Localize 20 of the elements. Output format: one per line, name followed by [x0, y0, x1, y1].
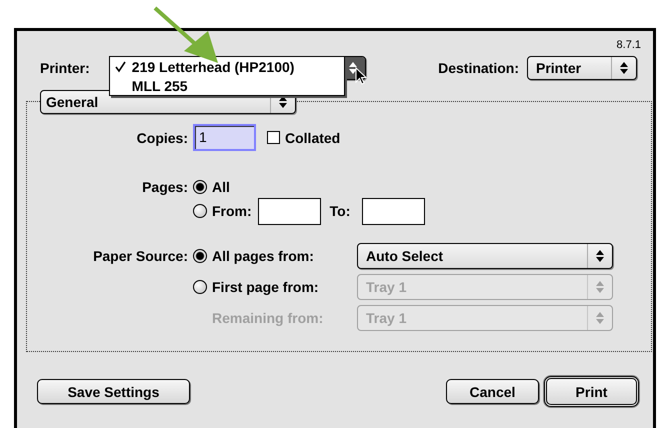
paper-source-label: Paper Source:	[92, 248, 188, 264]
radio-label: All	[212, 179, 230, 195]
dialog-button[interactable]: Print	[544, 376, 639, 407]
destination-label: Destination:	[438, 60, 519, 76]
pages-label: Pages:	[141, 179, 188, 195]
copies-field[interactable]: 1	[193, 124, 256, 151]
radio-label: All pages from:	[212, 248, 314, 264]
version-label: 8.7.1	[616, 38, 642, 53]
menu-item[interactable]: 219 Letterhead (HP2100)	[110, 57, 344, 76]
dialog-button[interactable]: Save Settings	[37, 379, 190, 404]
to-label: To:	[330, 203, 350, 219]
radio-label: First page from:	[212, 279, 319, 295]
source-label: Remaining from:	[212, 310, 324, 326]
collated-label: Collated	[285, 130, 340, 146]
tray-popup[interactable]: Auto Select	[357, 243, 613, 269]
printer-label: Printer:	[40, 60, 90, 76]
destination-popup[interactable]: Printer	[527, 56, 637, 80]
dialog-button[interactable]: Cancel	[446, 379, 539, 404]
copies-label: Copies:	[136, 130, 188, 146]
radio-label: From:	[212, 203, 252, 219]
